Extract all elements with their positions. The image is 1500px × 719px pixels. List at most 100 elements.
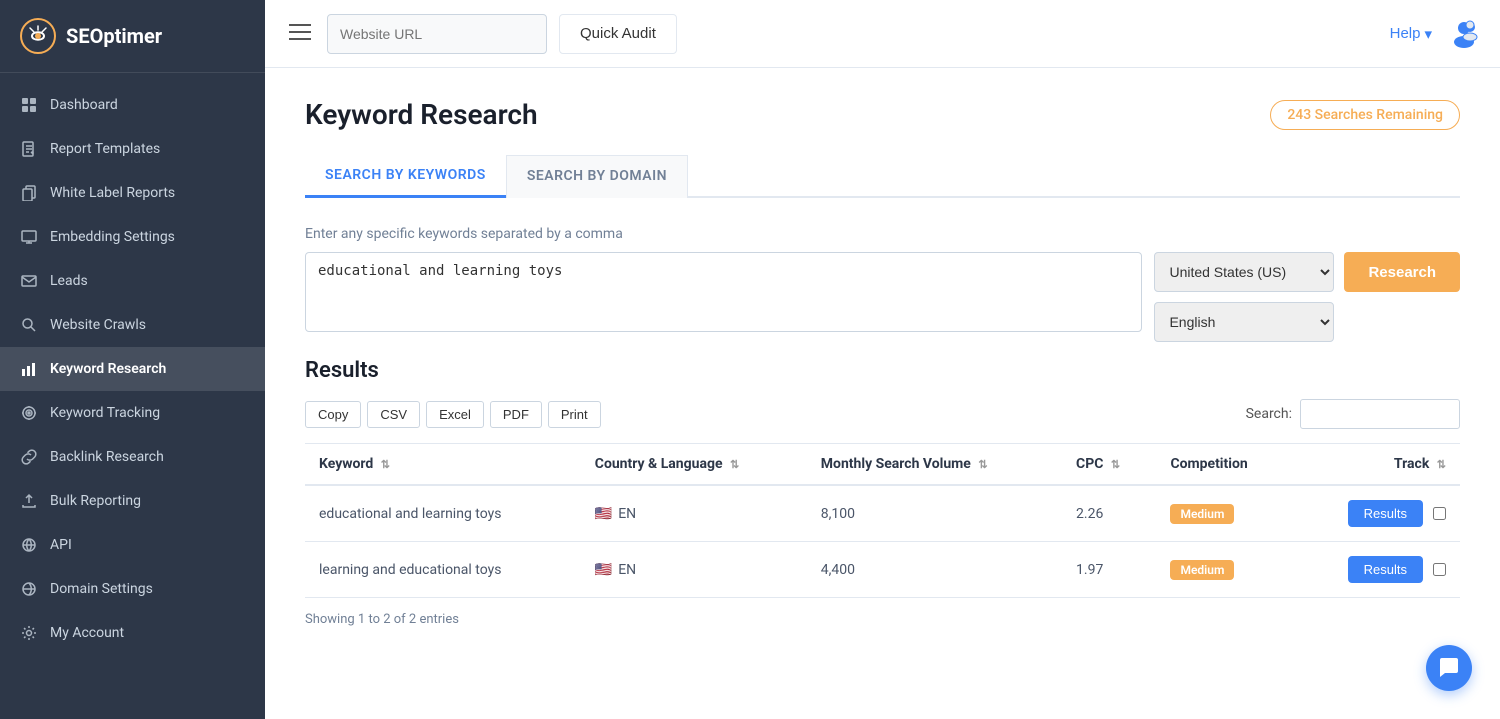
website-url-input[interactable] — [327, 14, 547, 54]
col-cpc: CPC ⇅ — [1062, 444, 1156, 486]
sidebar-item-backlink-research[interactable]: Backlink Research — [0, 435, 265, 479]
logo-area: SEOptimer — [0, 0, 265, 73]
country-select[interactable]: United States (US) United Kingdom (UK) C… — [1154, 252, 1334, 292]
row2-language: EN — [618, 562, 636, 578]
sidebar-item-website-crawls[interactable]: Website Crawls — [0, 303, 265, 347]
topbar-right: Help ▾ — [1390, 16, 1480, 52]
tab-search-by-domain[interactable]: SEARCH BY DOMAIN — [506, 155, 688, 198]
row2-flag: 🇺🇸 — [595, 562, 612, 578]
row2-competition: Medium — [1156, 542, 1294, 598]
table-search-input[interactable] — [1300, 399, 1460, 429]
col-competition: Competition — [1156, 444, 1294, 486]
sidebar-item-keyword-tracking[interactable]: Keyword Tracking — [0, 391, 265, 435]
help-chevron-icon: ▾ — [1424, 25, 1432, 43]
copy-button[interactable]: Copy — [305, 401, 361, 428]
help-button[interactable]: Help ▾ — [1390, 25, 1432, 43]
sidebar-item-report-templates-label: Report Templates — [50, 141, 160, 157]
tab-search-by-keywords[interactable]: SEARCH BY KEYWORDS — [305, 155, 506, 198]
sidebar-item-embedding-label: Embedding Settings — [50, 229, 175, 245]
seoptimer-logo-icon — [20, 18, 56, 54]
search-instruction: Enter any specific keywords separated by… — [305, 226, 1460, 242]
table-row: educational and learning toys 🇺🇸 EN 8,10… — [305, 485, 1460, 542]
sidebar-item-keyword-tracking-label: Keyword Tracking — [50, 405, 160, 421]
app-name: SEOptimer — [66, 24, 162, 48]
results-toolbar: Copy CSV Excel PDF Print Search: — [305, 399, 1460, 429]
row2-medium-badge: Medium — [1170, 560, 1234, 580]
keyword-input[interactable]: educational and learning toys — [305, 252, 1142, 332]
search-controls: United States (US) United Kingdom (UK) C… — [1154, 252, 1460, 342]
api-icon — [20, 536, 38, 554]
col-country-language: Country & Language ⇅ — [581, 444, 807, 486]
results-title: Results — [305, 358, 1460, 383]
print-button[interactable]: Print — [548, 401, 601, 428]
page-header: Keyword Research 243 Searches Remaining — [305, 98, 1460, 131]
help-label: Help — [1390, 25, 1421, 42]
sidebar-item-api[interactable]: API — [0, 523, 265, 567]
sidebar-item-keyword-research-label: Keyword Research — [50, 361, 166, 377]
row1-cpc: 2.26 — [1062, 485, 1156, 542]
sidebar-item-leads[interactable]: Leads — [0, 259, 265, 303]
row2-keyword: learning and educational toys — [305, 542, 581, 598]
sidebar-item-my-account[interactable]: My Account — [0, 611, 265, 655]
excel-button[interactable]: Excel — [426, 401, 484, 428]
row1-language: EN — [618, 506, 636, 522]
col-monthly-search: Monthly Search Volume ⇅ — [807, 444, 1062, 486]
grid-icon — [20, 96, 38, 114]
row1-medium-badge: Medium — [1170, 504, 1234, 524]
row2-track-checkbox[interactable] — [1433, 563, 1446, 576]
sidebar-item-bulk-reporting[interactable]: Bulk Reporting — [0, 479, 265, 523]
row1-results-button[interactable]: Results — [1348, 500, 1423, 527]
main-nav: Dashboard Report Templates White Label R… — [0, 73, 265, 719]
sidebar-item-domain-settings[interactable]: Domain Settings — [0, 567, 265, 611]
row2-monthly-search: 4,400 — [807, 542, 1062, 598]
sidebar-item-keyword-research[interactable]: Keyword Research — [0, 347, 265, 391]
row2-results-button[interactable]: Results — [1348, 556, 1423, 583]
csv-button[interactable]: CSV — [367, 401, 420, 428]
row1-track-checkbox[interactable] — [1433, 507, 1446, 520]
keyword-sort-icon[interactable]: ⇅ — [381, 458, 390, 471]
upload-icon — [20, 492, 38, 510]
row2-track: Results — [1294, 542, 1460, 597]
table-row: learning and educational toys 🇺🇸 EN 4,40… — [305, 542, 1460, 598]
sidebar-item-website-crawls-label: Website Crawls — [50, 317, 146, 333]
country-lang-sort-icon[interactable]: ⇅ — [730, 458, 739, 471]
research-button[interactable]: Research — [1344, 252, 1460, 292]
chat-bubble-button[interactable] — [1426, 645, 1472, 691]
col-track: Track ⇅ — [1294, 444, 1460, 486]
content-area: Keyword Research 243 Searches Remaining … — [265, 68, 1500, 719]
sidebar-item-dashboard[interactable]: Dashboard — [0, 83, 265, 127]
row1-monthly-search: 8,100 — [807, 485, 1062, 542]
track-sort-icon[interactable]: ⇅ — [1437, 458, 1446, 471]
topbar: Quick Audit Help ▾ — [265, 0, 1500, 68]
mail-icon — [20, 272, 38, 290]
cpc-sort-icon[interactable]: ⇅ — [1111, 458, 1120, 471]
monthly-search-sort-icon[interactable]: ⇅ — [978, 458, 987, 471]
row1-flag: 🇺🇸 — [595, 506, 612, 522]
search-icon — [20, 316, 38, 334]
link-icon — [20, 448, 38, 466]
row1-country-lang: 🇺🇸 EN — [581, 485, 807, 542]
row2-cpc: 1.97 — [1062, 542, 1156, 598]
row1-competition: Medium — [1156, 485, 1294, 542]
showing-entries-text: Showing 1 to 2 of 2 entries — [305, 612, 1460, 627]
language-select[interactable]: English Spanish French German — [1154, 302, 1334, 342]
main-area: Quick Audit Help ▾ Keyword Research 243 — [265, 0, 1500, 719]
sidebar-item-white-label[interactable]: White Label Reports — [0, 171, 265, 215]
sidebar-item-report-templates[interactable]: Report Templates — [0, 127, 265, 171]
monitor-icon — [20, 228, 38, 246]
sidebar-item-white-label-label: White Label Reports — [50, 185, 175, 201]
row1-track: Results — [1294, 486, 1460, 541]
hamburger-button[interactable] — [285, 19, 315, 48]
globe-icon — [20, 580, 38, 598]
pdf-button[interactable]: PDF — [490, 401, 542, 428]
sidebar-item-backlink-research-label: Backlink Research — [50, 449, 164, 465]
page-title: Keyword Research — [305, 98, 538, 131]
sidebar-item-domain-settings-label: Domain Settings — [50, 581, 153, 597]
sidebar-item-embedding[interactable]: Embedding Settings — [0, 215, 265, 259]
sidebar-item-api-label: API — [50, 537, 72, 553]
sidebar: SEOptimer Dashboard Report Templates — [0, 0, 265, 719]
file-edit-icon — [20, 140, 38, 158]
sidebar-item-my-account-label: My Account — [50, 625, 124, 641]
quick-audit-button[interactable]: Quick Audit — [559, 14, 677, 54]
user-avatar-icon[interactable] — [1448, 16, 1480, 52]
